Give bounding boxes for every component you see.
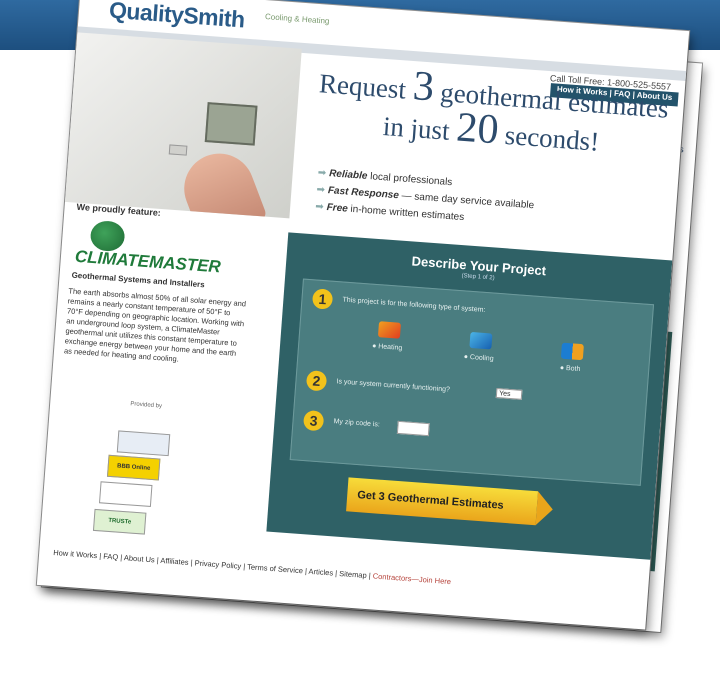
benefits-list: ➡ Reliable local professionals ➡ Fast Resp… <box>315 164 536 231</box>
arrow-icon: ➡ <box>317 167 327 179</box>
front-page: QualitySmith Cooling & Heating Call Toll… <box>36 0 690 630</box>
functioning-select[interactable]: Yes <box>495 387 523 400</box>
contractor-link[interactable]: Contractors—Join Here <box>372 571 451 586</box>
verified-badge-icon[interactable] <box>98 481 153 507</box>
heating-icon <box>377 321 402 339</box>
step-3-icon: 3 <box>302 409 325 432</box>
footer-link[interactable]: Sitemap <box>339 569 367 580</box>
footer-link[interactable]: Affiliates <box>160 556 189 567</box>
cooling-icon <box>469 331 493 350</box>
both-icon <box>560 342 584 361</box>
question-1: This project is for the following type o… <box>342 296 486 314</box>
footer-links: How it Works | FAQ | About Us | Affiliat… <box>52 547 452 587</box>
question-3: My zip code is: <box>333 418 381 429</box>
get-estimates-button[interactable]: Get 3 Geothermal Estimates <box>346 477 539 526</box>
thermostat-display <box>204 102 258 146</box>
option-both[interactable]: ● Both <box>550 364 590 374</box>
form-inner: 1 This project is for the following type… <box>289 278 655 486</box>
hero-headline: Request 3 geothermal estimates in just 2… <box>318 63 670 157</box>
thermostat-button <box>168 144 188 156</box>
arrow-icon: ➡ <box>314 201 325 213</box>
footer-link[interactable]: FAQ <box>103 552 119 562</box>
footer-link[interactable]: Privacy Policy <box>194 558 241 570</box>
step-1-icon: 1 <box>311 288 334 310</box>
footer-link[interactable]: Articles <box>308 567 333 578</box>
zip-input[interactable] <box>396 420 430 437</box>
option-cooling[interactable]: ● Cooling <box>458 353 498 363</box>
truste-badge-icon[interactable]: TRUSTe <box>92 508 147 535</box>
partner-description: The earth absorbs almost 50% of all sola… <box>63 286 247 364</box>
bbb-badge-icon[interactable]: BBB Online <box>106 454 161 481</box>
footer-link[interactable]: How it Works <box>53 548 98 560</box>
trust-badge-icon[interactable] <box>116 430 171 457</box>
hero-image <box>64 32 302 219</box>
brand-logo[interactable]: QualitySmith <box>108 0 245 34</box>
finger-image <box>174 143 268 219</box>
project-form-panel: Describe Your Project (Step 1 of 2) 1 Th… <box>266 232 673 560</box>
brand-tagline: Cooling & Heating <box>264 12 330 26</box>
footer-link[interactable]: About Us <box>124 553 155 564</box>
provided-by-label: Provided by <box>130 401 163 410</box>
question-2: Is your system currently functioning? <box>336 378 451 394</box>
step-2-icon: 2 <box>305 370 328 392</box>
option-heating[interactable]: ● Heating <box>367 342 407 352</box>
footer-link[interactable]: Terms of Service <box>247 562 303 575</box>
arrow-icon: ➡ <box>316 184 326 196</box>
